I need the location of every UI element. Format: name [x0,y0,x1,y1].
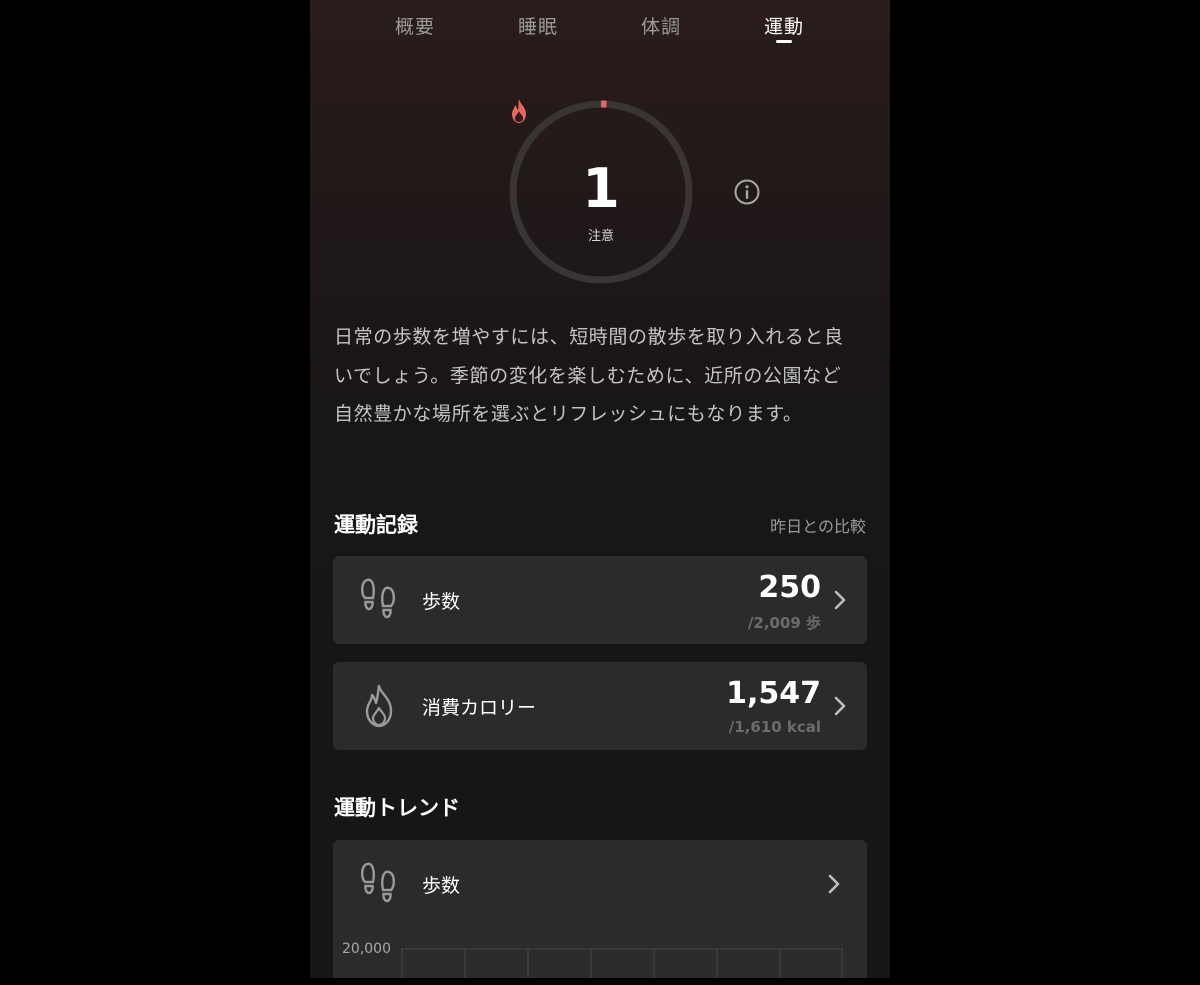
comparison-label: 昨日との比較 [770,517,866,536]
trend-steps-label: 歩数 [422,875,461,897]
trend-card: 歩数 20,000 [333,840,867,978]
steps-card[interactable]: 歩数 250 /2,009 歩 [333,556,867,644]
records-title: 運動記録 [334,513,418,537]
calories-label: 消費カロリー [422,697,537,719]
advice-text: 日常の歩数を増やすには、短時間の散歩を取り入れると良いでしょう。季節の変化を楽し… [334,326,844,425]
chevron-right-icon [828,874,840,894]
trend-y-axis-max-label: 20,000 [342,941,391,957]
steps-target: /2,009 歩 [747,614,821,632]
steps-value: 250 [758,570,821,605]
score-ring: 1 注意 [506,97,696,287]
calories-card[interactable]: 消費カロリー 1,547 /1,610 kcal [333,662,867,750]
info-icon[interactable] [733,178,761,206]
flame-icon [365,684,393,728]
trend-title: 運動トレンド [334,796,460,820]
tab-bar: 概要 睡眠 体調 運動 [310,0,890,50]
footprints-icon [361,578,395,619]
tab-overview[interactable]: 概要 [395,12,435,39]
trend-chart-grid [401,948,843,978]
chevron-right-icon [834,590,846,610]
tab-condition[interactable]: 体調 [641,12,681,39]
score-value: 1 [582,157,620,220]
score-status-label: 注意 [587,229,614,244]
tab-sleep[interactable]: 睡眠 [518,12,558,39]
phone-screen: 概要 睡眠 体調 運動 1 注意 日常の歩数を増やすには、短時間の散歩を取り入れ… [310,0,890,978]
active-tab-indicator [776,40,792,43]
tab-exercise[interactable]: 運動 [764,12,804,39]
steps-label: 歩数 [422,591,461,613]
calories-value: 1,547 [726,676,821,711]
trend-steps-row[interactable]: 歩数 [333,840,867,928]
footprints-icon [361,862,395,903]
calories-target: /1,610 kcal [728,718,821,736]
chevron-right-icon [834,696,846,716]
fire-icon [512,99,526,123]
